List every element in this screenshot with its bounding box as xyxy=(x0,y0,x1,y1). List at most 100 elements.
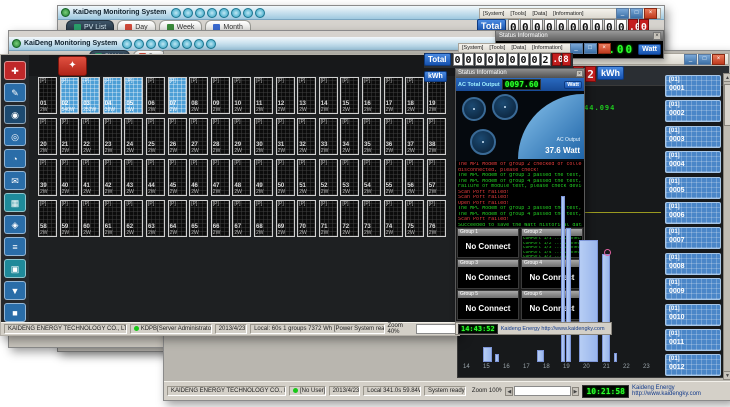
pv-tile[interactable]: [P]382W xyxy=(427,118,446,155)
pv-tile[interactable]: [P]053W xyxy=(124,77,143,114)
pv-tile[interactable]: [P]572W xyxy=(427,159,446,196)
pv-tile[interactable]: [P]102W xyxy=(232,77,251,114)
menu-item[interactable]: [Data] xyxy=(511,45,526,51)
zoom-slider[interactable] xyxy=(416,324,456,334)
pv-tile[interactable]: [P]632W xyxy=(146,200,165,237)
panel-icon[interactable]: ▣ xyxy=(4,259,26,278)
lock-icon[interactable] xyxy=(146,39,156,49)
settings-icon[interactable] xyxy=(183,8,193,18)
pv-tile[interactable]: [P]662W xyxy=(211,200,230,237)
scrollbar[interactable]: ▲ ▼ xyxy=(723,73,730,380)
layout-icon[interactable] xyxy=(207,8,217,18)
menu-item[interactable]: [Information] xyxy=(532,45,563,51)
pv-tile[interactable]: [P]562W xyxy=(405,159,424,196)
bolt-icon[interactable] xyxy=(219,8,229,18)
mail-icon[interactable] xyxy=(182,39,192,49)
pv-tile[interactable]: [P]0439W xyxy=(103,77,122,114)
pv-tile[interactable]: [P]482W xyxy=(232,159,251,196)
menu-item[interactable]: [Information] xyxy=(553,11,584,17)
pv-tile[interactable]: [P]142W xyxy=(319,77,338,114)
menu-item[interactable]: [System] xyxy=(483,11,504,17)
pv-tile[interactable]: [P]412W xyxy=(81,159,100,196)
pv-tile[interactable]: [P]712W xyxy=(319,200,338,237)
pv-tile[interactable]: [P]282W xyxy=(211,118,230,155)
pv-tile[interactable]: [P]122W xyxy=(276,77,295,114)
pv-tile[interactable]: [P]642W xyxy=(168,200,187,237)
pv-tile[interactable]: [P]312W xyxy=(276,118,295,155)
clock-icon[interactable]: ◔ xyxy=(4,149,26,168)
pv-tile[interactable]: [P]152W xyxy=(340,77,359,114)
pv-tile[interactable]: [P]092W xyxy=(211,77,230,114)
device-list-item[interactable]: [01]0007 xyxy=(665,227,721,249)
zoom-right-button[interactable]: ▶ xyxy=(572,387,580,396)
zoom-left-button[interactable]: ◀ xyxy=(505,387,513,396)
menu-item[interactable]: [Tools] xyxy=(510,11,526,17)
home-icon[interactable] xyxy=(194,39,204,49)
device-list-item[interactable]: [01]0001 xyxy=(665,75,721,97)
pv-tile[interactable]: [P]392W xyxy=(38,159,57,196)
pv-tile[interactable]: [P]332W xyxy=(319,118,338,155)
pv-tile[interactable]: [P]402W xyxy=(60,159,79,196)
list-icon[interactable]: ≡ xyxy=(4,237,26,256)
pv-tile[interactable]: [P]462W xyxy=(189,159,208,196)
pv-tile[interactable]: [P]702W xyxy=(297,200,316,237)
pv-tile[interactable]: [P]532W xyxy=(340,159,359,196)
scroll-up-icon[interactable]: ▲ xyxy=(723,73,730,82)
group-cell[interactable]: Group 6No Connect xyxy=(521,290,583,320)
group-cell[interactable]: Group 4No Connect xyxy=(521,259,583,289)
bolt-icon[interactable] xyxy=(170,39,180,49)
menu-item[interactable]: [Data] xyxy=(532,11,547,17)
device-list-item[interactable]: [01]0003 xyxy=(665,126,721,148)
zoom-slider[interactable] xyxy=(514,386,570,396)
brand-link[interactable]: Kaideng Energy http://www.kaidengky.com xyxy=(632,385,728,397)
minimize-button[interactable]: _ xyxy=(616,8,629,19)
pv-tile[interactable]: [P]512W xyxy=(297,159,316,196)
download-icon[interactable]: ▼ xyxy=(4,281,26,300)
pv-tile[interactable]: [P]252W xyxy=(146,118,165,155)
pv-tile[interactable]: [P]622W xyxy=(124,200,143,237)
refresh-icon[interactable] xyxy=(122,39,132,49)
pv-tile[interactable]: [P]752W xyxy=(405,200,424,237)
pv-tile[interactable]: [P]03252W xyxy=(81,77,100,114)
pv-tile[interactable]: [P]602W xyxy=(81,200,100,237)
group-cell[interactable]: Group 3No Connect xyxy=(457,259,519,289)
group-cell[interactable]: Group 2COMPort 1/1 ... Connected!COMPort… xyxy=(521,228,583,258)
pv-tile[interactable]: [P]732W xyxy=(362,200,381,237)
pv-tile[interactable]: [P]422W xyxy=(103,159,122,196)
pv-tile[interactable]: [P]062W xyxy=(146,77,165,114)
device-list-item[interactable]: [01]0004 xyxy=(665,151,721,173)
pv-tile[interactable]: [P]172W xyxy=(384,77,403,114)
device-list-item[interactable]: [01]0009 xyxy=(665,278,721,300)
pv-tile[interactable]: [P]682W xyxy=(254,200,273,237)
power-icon[interactable]: ◉ xyxy=(4,105,26,124)
pv-tile[interactable]: [P]612W xyxy=(103,200,122,237)
pv-tile[interactable]: [P]262W xyxy=(168,118,187,155)
pv-tile[interactable]: [P]242W xyxy=(124,118,143,155)
menu-item[interactable]: [System] xyxy=(462,45,483,51)
alarm-icon[interactable]: ✚ xyxy=(4,61,26,80)
pv-tile[interactable]: [P]352W xyxy=(362,118,381,155)
scroll-down-icon[interactable]: ▼ xyxy=(723,371,730,380)
pv-tile[interactable]: [P]552W xyxy=(384,159,403,196)
pv-tile[interactable]: [P]012W xyxy=(38,77,57,114)
scroll-thumb[interactable] xyxy=(724,84,730,126)
brand-link[interactable]: Kaideng Energy http://www.kaidengky.com xyxy=(501,326,605,332)
search-icon[interactable]: ◎ xyxy=(4,127,26,146)
device-list-item[interactable]: [01]0010 xyxy=(665,304,721,326)
pv-tile[interactable]: [P]272W xyxy=(189,118,208,155)
pv-tile[interactable]: [P]162W xyxy=(362,77,381,114)
pv-tile[interactable]: [P]452W xyxy=(168,159,187,196)
minimize-button[interactable]: _ xyxy=(570,43,583,54)
pv-tile[interactable]: [P]232W xyxy=(103,118,122,155)
close-icon[interactable]: × xyxy=(653,32,661,40)
pv-tile[interactable]: [P]542W xyxy=(362,159,381,196)
alarm-tool-icon[interactable]: ✦ xyxy=(58,56,87,76)
pv-tile[interactable]: [P]02540W xyxy=(60,77,79,114)
stop-icon[interactable]: ■ xyxy=(4,303,26,322)
close-icon[interactable]: × xyxy=(576,70,583,77)
device-list-item[interactable]: [01]0002 xyxy=(665,100,721,122)
group-cell[interactable]: Group 5No Connect xyxy=(457,290,519,320)
pv-tile[interactable]: [P]582W xyxy=(38,200,57,237)
device-list-item[interactable]: [01]0008 xyxy=(665,253,721,275)
lock-icon[interactable] xyxy=(195,8,205,18)
